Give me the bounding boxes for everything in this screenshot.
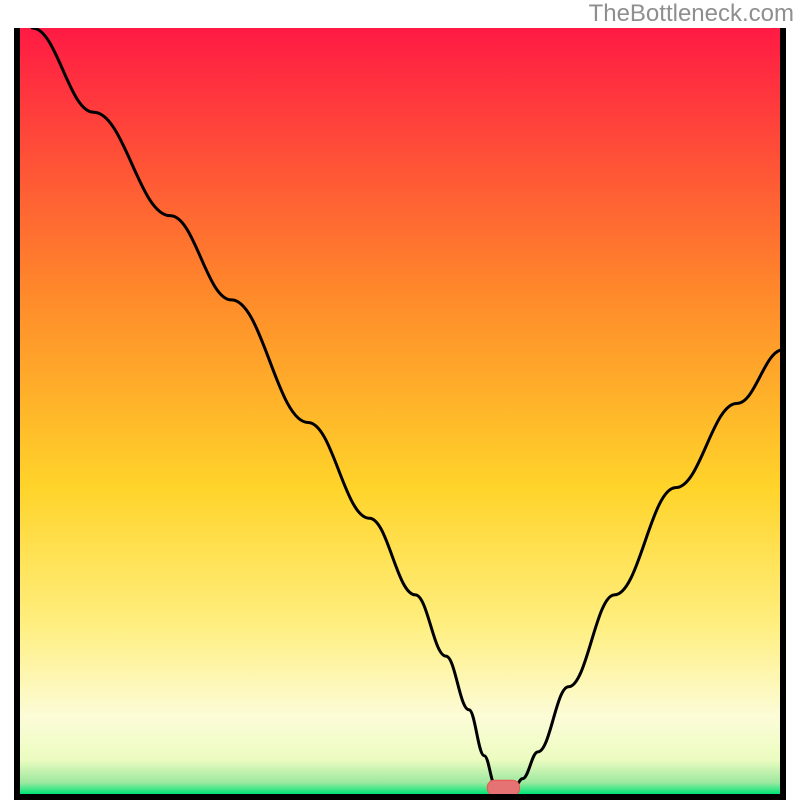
watermark-text: TheBottleneck.com <box>589 0 794 28</box>
minimum-marker <box>487 780 519 795</box>
chart-frame: TheBottleneck.com <box>0 0 800 800</box>
bottleneck-chart <box>14 28 786 800</box>
gradient-fill <box>17 28 783 794</box>
